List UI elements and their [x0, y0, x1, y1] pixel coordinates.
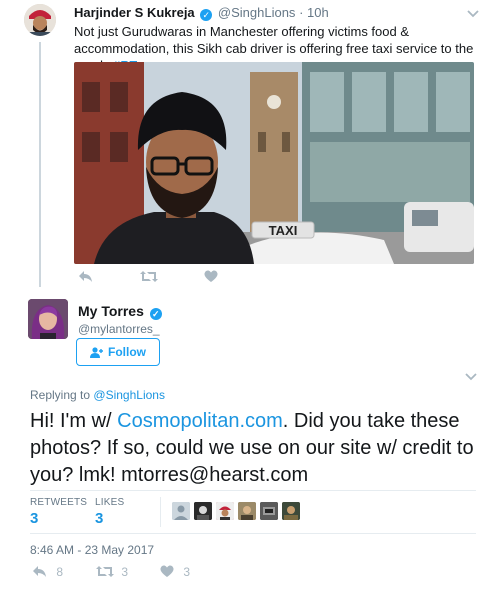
retweets-count: 3	[30, 510, 39, 527]
reply-author-handle[interactable]: @mylantorres_	[78, 322, 160, 336]
replying-to-handle[interactable]: @SinghLions	[93, 388, 165, 402]
likes-count: 3	[95, 510, 104, 527]
reply-tweet-text: Hi! I'm w/ Cosmopolitan.com. Did you tak…	[30, 408, 480, 489]
liker-avatar[interactable]	[238, 502, 256, 520]
chevron-down-icon[interactable]	[466, 6, 480, 22]
author-name[interactable]: Harjinder S Kukreja	[74, 5, 195, 20]
retweet-count: 3	[121, 565, 129, 579]
liker-avatar[interactable]	[194, 502, 212, 520]
add-user-icon	[90, 346, 103, 358]
reply-author-name[interactable]: My Torres	[78, 303, 144, 319]
reply-icon	[33, 566, 46, 577]
retweet-icon[interactable]	[140, 270, 158, 287]
follow-label: Follow	[108, 345, 146, 359]
retweets-stat[interactable]: RETWEETS 3	[30, 497, 87, 527]
heart-icon	[160, 565, 174, 577]
avatar-my-torres[interactable]	[28, 299, 68, 339]
retweets-label: RETWEETS	[30, 497, 88, 508]
follow-button[interactable]: Follow	[76, 338, 160, 366]
avatar-harjinder[interactable]	[24, 4, 56, 36]
reply-author[interactable]: My Torres ✓	[78, 303, 164, 320]
taxi-sign-text: TAXI	[269, 223, 298, 238]
retweet-action[interactable]: 3	[96, 565, 128, 581]
liker-avatar[interactable]	[260, 502, 278, 520]
like-action[interactable]: 3	[160, 565, 190, 581]
liker-avatar[interactable]	[172, 502, 190, 520]
heart-icon[interactable]	[204, 270, 218, 287]
divider	[30, 490, 476, 491]
replying-to-prefix: Replying to	[30, 388, 91, 402]
tweet-actions	[0, 270, 498, 288]
tweet-timestamp[interactable]: 8:46 AM - 23 May 2017	[30, 543, 154, 557]
divider	[30, 533, 476, 534]
liker-avatar[interactable]	[216, 502, 234, 520]
replying-to: Replying to @SinghLions	[30, 388, 165, 402]
separator-dot: ·	[299, 5, 304, 20]
author-handle[interactable]: @SinghLions	[218, 5, 296, 20]
cosmopolitan-link[interactable]: Cosmopolitan.com	[117, 410, 283, 432]
like-count: 3	[183, 565, 191, 579]
reply-action[interactable]: 8	[32, 565, 63, 581]
thread-line	[39, 42, 41, 287]
tweet-time[interactable]: 10h	[307, 5, 329, 20]
chevron-down-icon[interactable]	[464, 369, 478, 385]
verified-badge-icon: ✓	[200, 9, 213, 21]
verified-badge-icon: ✓	[149, 308, 162, 320]
reply-text-start: Hi! I'm w/	[30, 410, 118, 432]
tweet-header: Harjinder S Kukreja ✓ @SinghLions · 10h	[74, 5, 329, 21]
likes-stat[interactable]: LIKES 3	[95, 497, 124, 527]
stats-divider	[160, 497, 161, 527]
reply-count: 8	[56, 565, 64, 579]
liker-avatar[interactable]	[282, 502, 300, 520]
tweet-photo[interactable]: TAXI	[74, 62, 474, 264]
reply-icon[interactable]	[78, 270, 93, 287]
likes-label: LIKES	[95, 497, 125, 508]
retweet-icon	[96, 566, 114, 577]
